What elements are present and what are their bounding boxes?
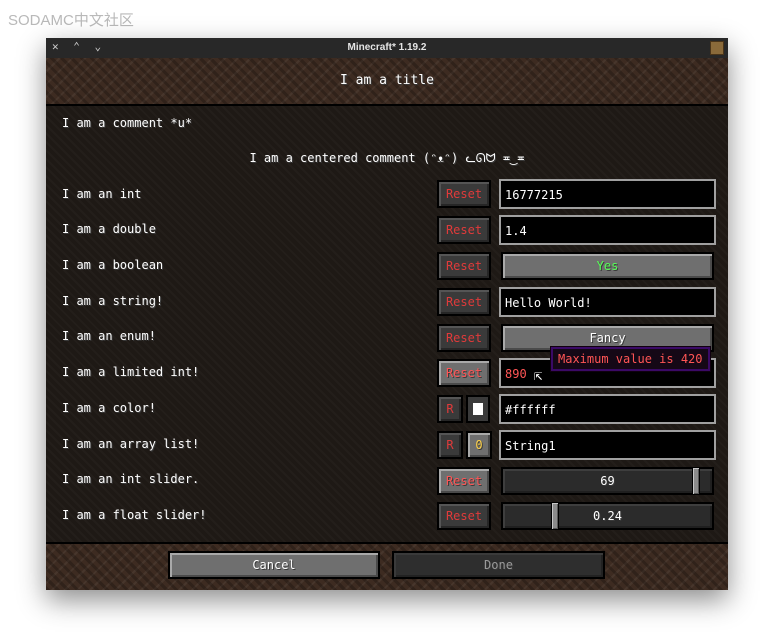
- int-input[interactable]: 16777215: [499, 179, 716, 209]
- reset-button-limited-int[interactable]: Reset: [437, 359, 491, 387]
- int-slider-handle[interactable]: [692, 467, 700, 495]
- boolean-toggle-button[interactable]: Yes: [501, 252, 714, 280]
- reset-button-boolean[interactable]: Reset: [437, 252, 491, 280]
- reset-button-enum[interactable]: Reset: [437, 324, 491, 352]
- screen-title: I am a title: [340, 73, 434, 88]
- string-input[interactable]: Hello World!: [499, 287, 716, 317]
- label-string: I am a string!: [62, 294, 164, 308]
- label-float-slider: I am a float slider!: [62, 508, 207, 522]
- label-double: I am a double: [62, 222, 156, 236]
- int-slider-value: 69: [600, 474, 615, 488]
- int-slider[interactable]: 69: [501, 467, 714, 495]
- label-enum: I am an enum!: [62, 329, 156, 343]
- crafting-table-icon: [710, 41, 724, 55]
- color-swatch-button[interactable]: [466, 395, 490, 423]
- reset-button-double[interactable]: Reset: [437, 216, 491, 244]
- reset-button-float-slider[interactable]: Reset: [437, 502, 491, 530]
- color-input[interactable]: #ffffff: [499, 394, 716, 424]
- mouse-cursor-icon: ⇱: [534, 368, 543, 384]
- label-color: I am a color!: [62, 401, 156, 415]
- double-input[interactable]: 1.4: [499, 215, 716, 245]
- float-slider-value: 0.24: [593, 509, 622, 523]
- array-list-input[interactable]: String1: [499, 430, 716, 460]
- site-watermark: SODAMC中文社区: [8, 12, 134, 29]
- cancel-button[interactable]: Cancel: [168, 551, 380, 579]
- label-int: I am an int: [62, 187, 142, 201]
- reset-button-color[interactable]: R: [437, 395, 463, 423]
- array-list-count-button[interactable]: 0: [466, 431, 492, 459]
- config-entry-list[interactable]: I am a comment *u* I am a centered comme…: [46, 106, 728, 542]
- label-int-slider: I am an int slider.: [62, 472, 200, 486]
- window-titlebar: ✕ ⌃ ⌄ Minecraft* 1.19.2: [46, 38, 728, 58]
- screen-footer: Cancel Done: [46, 544, 728, 590]
- comment-text: I am a comment *u*: [62, 116, 193, 130]
- float-slider[interactable]: 0.24: [501, 502, 714, 530]
- label-boolean: I am a boolean: [62, 258, 164, 272]
- done-button[interactable]: Done: [392, 551, 605, 579]
- reset-button-array-list[interactable]: R: [437, 431, 463, 459]
- validation-tooltip: Maximum value is 420: [551, 347, 710, 371]
- reset-button-int-slider[interactable]: Reset: [437, 467, 491, 495]
- label-array-list: I am an array list!: [62, 437, 200, 451]
- screen-header: I am a title: [46, 58, 728, 104]
- reset-button-string[interactable]: Reset: [437, 288, 491, 316]
- label-limited-int: I am a limited int!: [62, 365, 200, 379]
- window-title: Minecraft* 1.19.2: [347, 42, 427, 53]
- reset-button-int[interactable]: Reset: [437, 180, 491, 208]
- centered-comment-text: I am a centered comment (ᵔᴥᵔ) ᓚᘏᗢ ≖‿≖: [249, 151, 525, 165]
- minecraft-window: ✕ ⌃ ⌄ Minecraft* 1.19.2 I am a title I a…: [46, 38, 728, 590]
- float-slider-handle[interactable]: [551, 502, 559, 530]
- color-swatch: [473, 403, 483, 415]
